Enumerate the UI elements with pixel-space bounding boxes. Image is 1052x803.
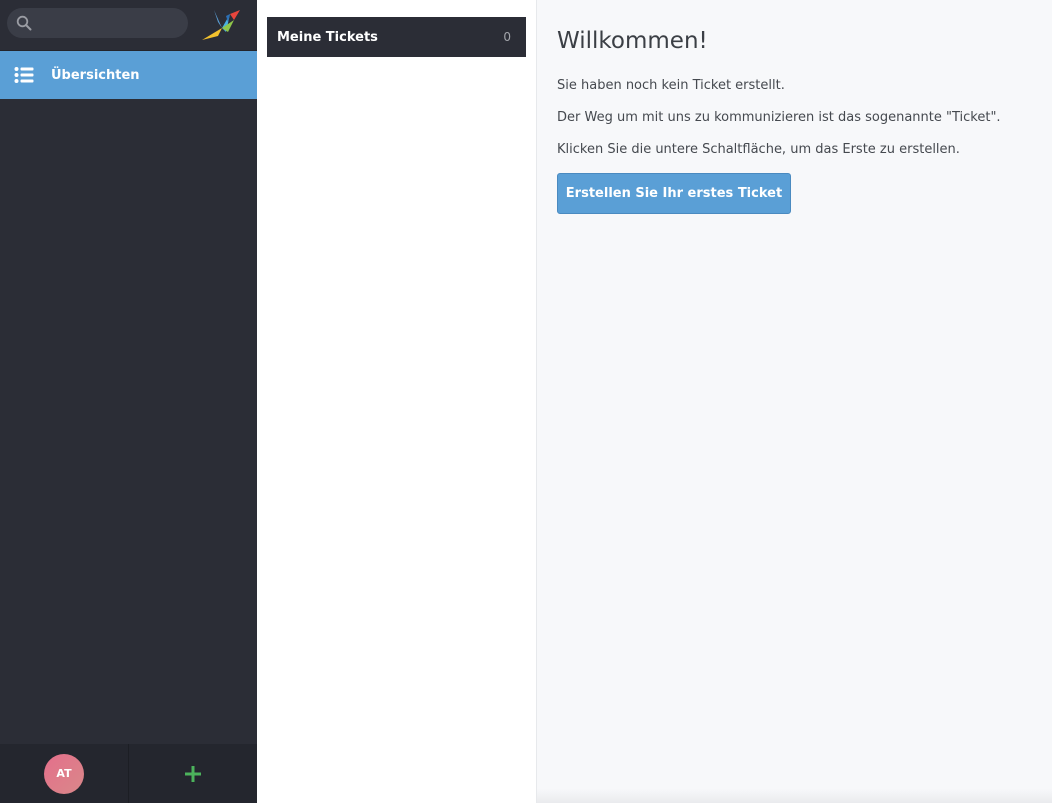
search-input[interactable] bbox=[39, 8, 184, 38]
page-title: Willkommen! bbox=[557, 28, 708, 54]
sidebar-item-overviews[interactable]: Übersichten bbox=[0, 51, 257, 99]
plus-icon bbox=[184, 765, 201, 782]
intro-text-instruction: Klicken Sie die untere Schaltfläche, um … bbox=[557, 142, 960, 157]
user-menu[interactable]: AT bbox=[0, 744, 128, 803]
overview-list-panel: Meine Tickets 0 bbox=[257, 0, 537, 803]
overview-item-my-tickets[interactable]: Meine Tickets 0 bbox=[267, 17, 526, 57]
new-ticket-button[interactable] bbox=[128, 744, 256, 803]
search-bar bbox=[0, 0, 257, 51]
overview-item-count: 0 bbox=[503, 30, 511, 44]
intro-text-ticket-explanation: Der Weg um mit uns zu kommunizieren ist … bbox=[557, 110, 1001, 125]
sidebar: Übersichten AT bbox=[0, 0, 257, 803]
list-icon bbox=[14, 67, 34, 83]
app-logo-icon[interactable] bbox=[200, 4, 242, 42]
create-first-ticket-button[interactable]: Erstellen Sie Ihr erstes Ticket bbox=[557, 173, 791, 214]
bottom-shadow bbox=[537, 789, 1052, 803]
intro-text-no-ticket: Sie haben noch kein Ticket erstellt. bbox=[557, 78, 785, 93]
search-box[interactable] bbox=[7, 8, 188, 38]
main-content: Willkommen! Sie haben noch kein Ticket e… bbox=[537, 0, 1052, 803]
search-icon bbox=[16, 15, 32, 31]
app-window: Übersichten AT Meine Tickets 0 Willkomme… bbox=[0, 0, 1052, 803]
avatar[interactable]: AT bbox=[44, 753, 84, 794]
sidebar-item-label: Übersichten bbox=[51, 67, 140, 83]
sidebar-footer: AT bbox=[0, 744, 257, 803]
overview-item-label: Meine Tickets bbox=[277, 29, 378, 45]
